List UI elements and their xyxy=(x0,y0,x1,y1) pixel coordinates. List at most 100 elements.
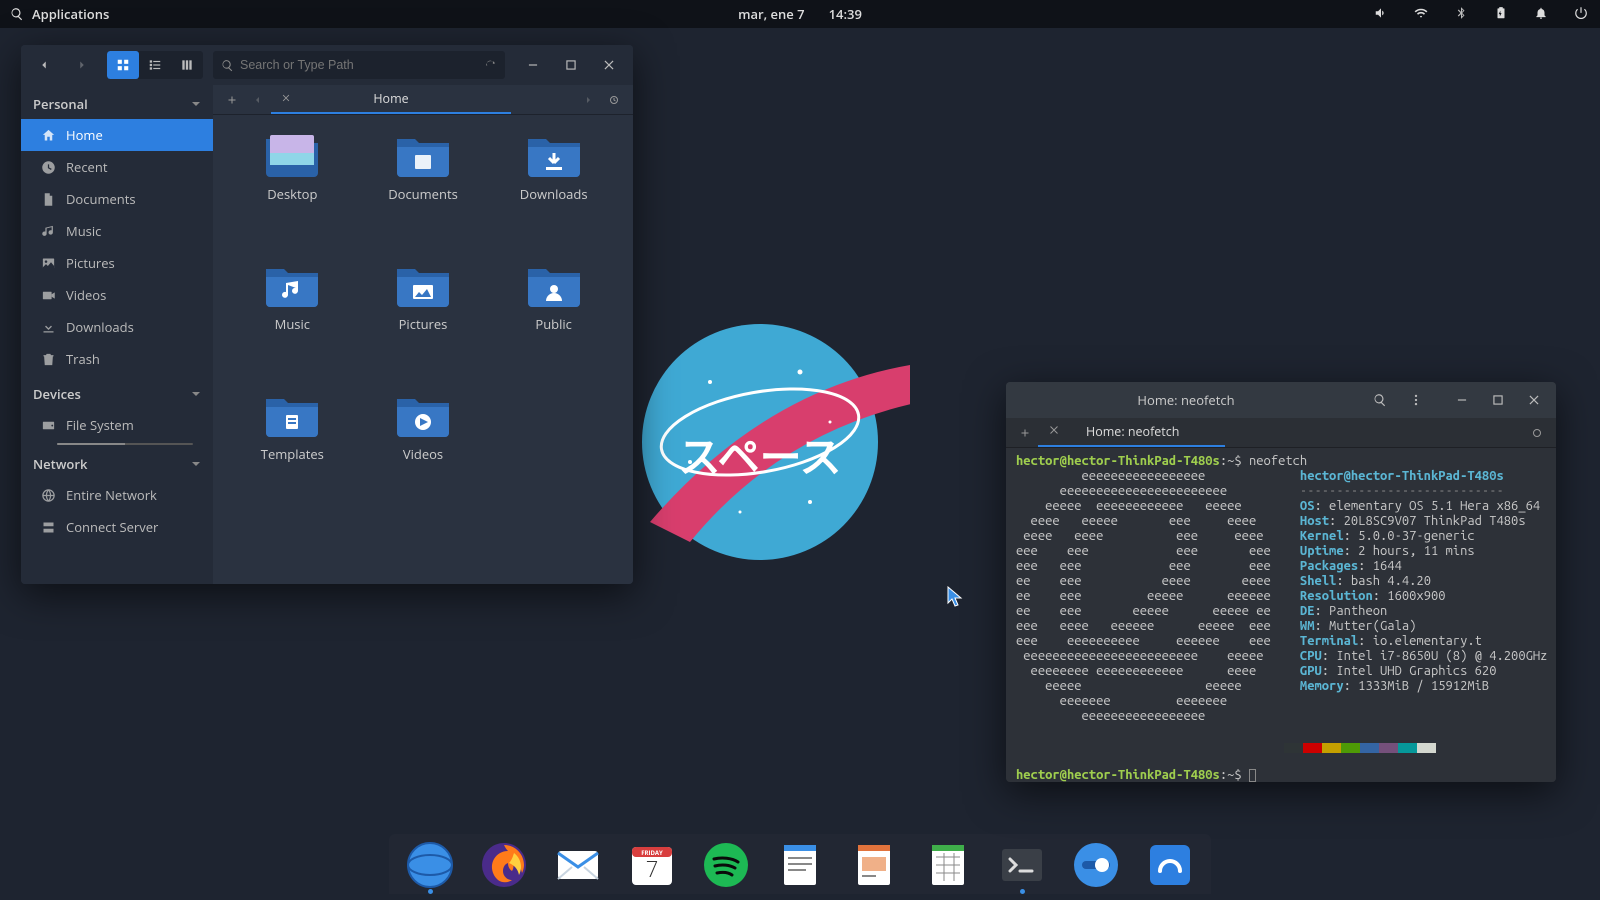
terminal-window: Home: neofetch Home: neofetch hector@hec… xyxy=(1006,382,1556,782)
sidebar-item-trash[interactable]: Trash xyxy=(21,343,213,375)
chevron-down-icon xyxy=(191,459,201,469)
window-minimize-button[interactable] xyxy=(1444,386,1480,414)
terminal-headerbar: Home: neofetch xyxy=(1006,382,1556,418)
folder-label: Documents xyxy=(388,185,458,203)
file-manager-sidebar: Personal Home Recent Documents Music Pic… xyxy=(21,85,213,584)
sidebar-section-personal[interactable]: Personal xyxy=(21,85,213,119)
home-icon xyxy=(41,128,56,143)
tab-close-button[interactable] xyxy=(281,90,291,107)
chevron-down-icon xyxy=(191,99,201,109)
file-manager-headerbar xyxy=(21,45,633,85)
mouse-cursor xyxy=(947,586,965,613)
svg-text:7: 7 xyxy=(646,854,659,884)
terminal-search-button[interactable] xyxy=(1362,386,1398,414)
battery-icon[interactable] xyxy=(1494,6,1510,22)
sidebar-item-filesystem[interactable]: File System xyxy=(21,409,213,441)
folder-public[interactable]: Public xyxy=(526,263,582,333)
dock-item-appcenter[interactable] xyxy=(1143,838,1197,892)
panel-time[interactable]: 14:39 xyxy=(829,5,862,23)
folder-label: Videos xyxy=(403,445,443,463)
window-close-button[interactable] xyxy=(591,51,627,79)
window-close-button[interactable] xyxy=(1516,386,1552,414)
terminal-menu-button[interactable] xyxy=(1398,386,1434,414)
sidebar-item-entire-network[interactable]: Entire Network xyxy=(21,479,213,511)
dock: FRIDAY7 xyxy=(389,834,1211,894)
chevron-down-icon xyxy=(191,389,201,399)
sidebar-item-videos[interactable]: Videos xyxy=(21,279,213,311)
folder-desktop[interactable]: Desktop xyxy=(264,133,320,203)
dock-item-settings[interactable] xyxy=(1069,838,1123,892)
reload-icon[interactable] xyxy=(484,59,497,72)
path-search-field[interactable] xyxy=(213,51,505,79)
music-icon xyxy=(41,224,56,239)
new-tab-button[interactable] xyxy=(219,94,245,106)
videos-icon xyxy=(41,288,56,303)
folder-videos[interactable]: Videos xyxy=(395,393,451,463)
terminal-output[interactable]: hector@hector-ThinkPad-T480s:~$ neofetch… xyxy=(1006,448,1556,782)
folder-label: Public xyxy=(535,315,572,333)
tab-history-back[interactable] xyxy=(245,94,271,106)
power-icon[interactable] xyxy=(1574,6,1590,22)
top-panel: Applications mar, ene 7 14:39 xyxy=(0,0,1600,28)
folder-music[interactable]: Music xyxy=(264,263,320,333)
sidebar-item-downloads[interactable]: Downloads xyxy=(21,311,213,343)
path-search-input[interactable] xyxy=(240,58,478,72)
folder-downloads[interactable]: Downloads xyxy=(520,133,588,203)
sidebar-section-devices[interactable]: Devices xyxy=(21,375,213,409)
terminal-sync-button[interactable] xyxy=(1524,427,1550,439)
nav-back-button[interactable] xyxy=(27,51,61,79)
terminal-title: Home: neofetch xyxy=(1010,391,1362,409)
window-minimize-button[interactable] xyxy=(515,51,551,79)
bluetooth-icon[interactable] xyxy=(1454,6,1470,22)
sidebar-item-recent[interactable]: Recent xyxy=(21,151,213,183)
terminal-tab[interactable]: Home: neofetch xyxy=(1038,418,1225,447)
folder-label: Music xyxy=(275,315,310,333)
view-columns-button[interactable] xyxy=(171,51,203,79)
dock-item-browser[interactable] xyxy=(403,838,457,892)
window-maximize-button[interactable] xyxy=(553,51,589,79)
dock-item-calendar[interactable]: FRIDAY7 xyxy=(625,838,679,892)
tab-close-button[interactable] xyxy=(1048,423,1060,440)
tab-restore-button[interactable] xyxy=(601,94,627,106)
folder-label: Downloads xyxy=(520,185,588,203)
folder-label: Templates xyxy=(261,445,324,463)
dock-item-firefox[interactable] xyxy=(477,838,531,892)
new-tab-button[interactable] xyxy=(1012,427,1038,439)
volume-icon[interactable] xyxy=(1374,6,1390,22)
dock-item-mail[interactable] xyxy=(551,838,605,892)
dock-item-writer[interactable] xyxy=(773,838,827,892)
wallpaper-logo: スペース xyxy=(630,322,910,562)
dock-item-impress[interactable] xyxy=(847,838,901,892)
folder-label: Desktop xyxy=(267,185,317,203)
dock-item-calc[interactable] xyxy=(921,838,975,892)
sidebar-item-home[interactable]: Home xyxy=(21,119,213,151)
view-icons-button[interactable] xyxy=(107,51,139,79)
dock-item-spotify[interactable] xyxy=(699,838,753,892)
tab-home[interactable]: Home xyxy=(271,85,511,114)
folder-pictures[interactable]: Pictures xyxy=(395,263,451,333)
server-icon xyxy=(41,520,56,535)
folder-grid[interactable]: Desktop Documents Downloads Music Pictur… xyxy=(213,115,633,584)
file-manager-tabbar: Home xyxy=(213,85,633,115)
view-list-button[interactable] xyxy=(139,51,171,79)
panel-date[interactable]: mar, ene 7 xyxy=(738,5,805,23)
window-maximize-button[interactable] xyxy=(1480,386,1516,414)
tab-label: Home xyxy=(321,90,461,107)
document-icon xyxy=(41,192,56,207)
search-icon[interactable] xyxy=(10,7,24,21)
dock-item-terminal[interactable] xyxy=(995,838,1049,892)
sidebar-section-network[interactable]: Network xyxy=(21,445,213,479)
sidebar-item-music[interactable]: Music xyxy=(21,215,213,247)
svg-text:スペース: スペース xyxy=(679,434,842,481)
nav-forward-button[interactable] xyxy=(65,51,99,79)
recent-icon xyxy=(41,160,56,175)
sidebar-item-documents[interactable]: Documents xyxy=(21,183,213,215)
folder-documents[interactable]: Documents xyxy=(388,133,458,203)
folder-templates[interactable]: Templates xyxy=(261,393,324,463)
notifications-icon[interactable] xyxy=(1534,6,1550,22)
sidebar-item-pictures[interactable]: Pictures xyxy=(21,247,213,279)
tab-history-forward[interactable] xyxy=(575,94,601,106)
wifi-icon[interactable] xyxy=(1414,6,1430,22)
sidebar-item-connect-server[interactable]: Connect Server xyxy=(21,511,213,543)
applications-menu[interactable]: Applications xyxy=(32,5,109,23)
